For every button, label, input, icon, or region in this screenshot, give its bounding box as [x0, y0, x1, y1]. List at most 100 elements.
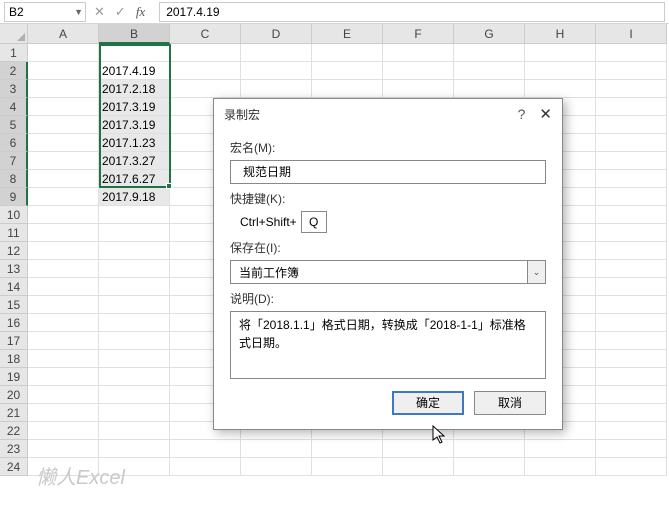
cell[interactable]	[28, 242, 99, 260]
cell[interactable]	[28, 440, 99, 458]
cell[interactable]	[170, 62, 241, 80]
cell[interactable]	[596, 224, 667, 242]
cell[interactable]	[28, 134, 99, 152]
cell[interactable]	[383, 440, 454, 458]
help-icon[interactable]: ?	[518, 106, 526, 122]
cell[interactable]: 2017.2.18	[99, 80, 170, 98]
row-header[interactable]: 23	[0, 440, 28, 458]
close-icon[interactable]: ✕	[539, 105, 552, 123]
column-header[interactable]: I	[596, 24, 667, 44]
cell[interactable]	[596, 44, 667, 62]
row-header[interactable]: 8	[0, 170, 28, 188]
cell[interactable]	[525, 440, 596, 458]
cell[interactable]	[454, 458, 525, 476]
column-header[interactable]: G	[454, 24, 525, 44]
cell[interactable]	[28, 98, 99, 116]
cell[interactable]	[28, 224, 99, 242]
cell[interactable]	[383, 458, 454, 476]
cell[interactable]	[99, 44, 170, 62]
ok-button[interactable]: 确定	[392, 391, 464, 415]
cell[interactable]: 2017.6.27	[99, 170, 170, 188]
column-header[interactable]: H	[525, 24, 596, 44]
shortcut-key-input[interactable]: Q	[301, 211, 327, 233]
row-header[interactable]: 24	[0, 458, 28, 476]
row-header[interactable]: 21	[0, 404, 28, 422]
cell[interactable]	[525, 458, 596, 476]
cell[interactable]	[170, 458, 241, 476]
row-header[interactable]: 9	[0, 188, 28, 206]
cell[interactable]	[596, 296, 667, 314]
cell[interactable]	[99, 296, 170, 314]
cell[interactable]: 2017.3.19	[99, 116, 170, 134]
row-header[interactable]: 7	[0, 152, 28, 170]
cell[interactable]	[312, 44, 383, 62]
cell[interactable]	[596, 152, 667, 170]
cell[interactable]	[596, 116, 667, 134]
row-header[interactable]: 5	[0, 116, 28, 134]
cell[interactable]	[99, 278, 170, 296]
cancel-button[interactable]: 取消	[474, 391, 546, 415]
cell[interactable]	[28, 152, 99, 170]
row-header[interactable]: 2	[0, 62, 28, 80]
cell[interactable]	[596, 314, 667, 332]
cell[interactable]	[28, 44, 99, 62]
row-header[interactable]: 22	[0, 422, 28, 440]
column-header[interactable]: A	[28, 24, 99, 44]
chevron-down-icon[interactable]: ⌄	[527, 261, 545, 283]
cell[interactable]	[241, 458, 312, 476]
description-textarea[interactable]: 将「2018.1.1」格式日期，转换成「2018-1-1」标准格式日期。	[230, 311, 546, 379]
cell[interactable]	[383, 80, 454, 98]
cell[interactable]	[28, 386, 99, 404]
cell[interactable]	[525, 44, 596, 62]
cell[interactable]	[596, 206, 667, 224]
cell[interactable]	[170, 80, 241, 98]
cell[interactable]	[454, 440, 525, 458]
column-header[interactable]: D	[241, 24, 312, 44]
cell[interactable]	[596, 386, 667, 404]
cell[interactable]	[28, 296, 99, 314]
cell[interactable]	[596, 368, 667, 386]
cell[interactable]	[28, 260, 99, 278]
row-header[interactable]: 20	[0, 386, 28, 404]
cell[interactable]	[241, 62, 312, 80]
cell[interactable]	[170, 440, 241, 458]
column-header[interactable]: B	[99, 24, 170, 44]
row-header[interactable]: 12	[0, 242, 28, 260]
cell[interactable]	[28, 116, 99, 134]
cell[interactable]	[99, 332, 170, 350]
row-header[interactable]: 14	[0, 278, 28, 296]
row-header[interactable]: 1	[0, 44, 28, 62]
row-header[interactable]: 15	[0, 296, 28, 314]
cell[interactable]	[28, 188, 99, 206]
row-header[interactable]: 10	[0, 206, 28, 224]
cell[interactable]	[99, 404, 170, 422]
cell[interactable]	[99, 314, 170, 332]
row-header[interactable]: 13	[0, 260, 28, 278]
cell[interactable]	[596, 98, 667, 116]
cell[interactable]	[28, 404, 99, 422]
row-header[interactable]: 16	[0, 314, 28, 332]
cell[interactable]	[99, 368, 170, 386]
cell[interactable]	[596, 440, 667, 458]
cell[interactable]	[28, 278, 99, 296]
cell[interactable]	[596, 332, 667, 350]
cell[interactable]	[454, 80, 525, 98]
cell[interactable]	[99, 422, 170, 440]
row-header[interactable]: 4	[0, 98, 28, 116]
name-box[interactable]: B2 ▼	[4, 2, 86, 22]
cell[interactable]	[312, 80, 383, 98]
chevron-down-icon[interactable]: ▼	[74, 7, 83, 17]
cell[interactable]	[383, 44, 454, 62]
cell[interactable]	[241, 440, 312, 458]
cancel-icon[interactable]: ✕	[94, 4, 105, 20]
cell[interactable]	[596, 458, 667, 476]
fx-icon[interactable]: fx	[136, 4, 145, 20]
cell[interactable]	[99, 242, 170, 260]
cell[interactable]	[596, 134, 667, 152]
cell[interactable]	[596, 350, 667, 368]
cell[interactable]: 2017.3.27	[99, 152, 170, 170]
cell[interactable]	[99, 386, 170, 404]
cell[interactable]	[99, 260, 170, 278]
row-header[interactable]: 3	[0, 80, 28, 98]
cell[interactable]	[596, 242, 667, 260]
